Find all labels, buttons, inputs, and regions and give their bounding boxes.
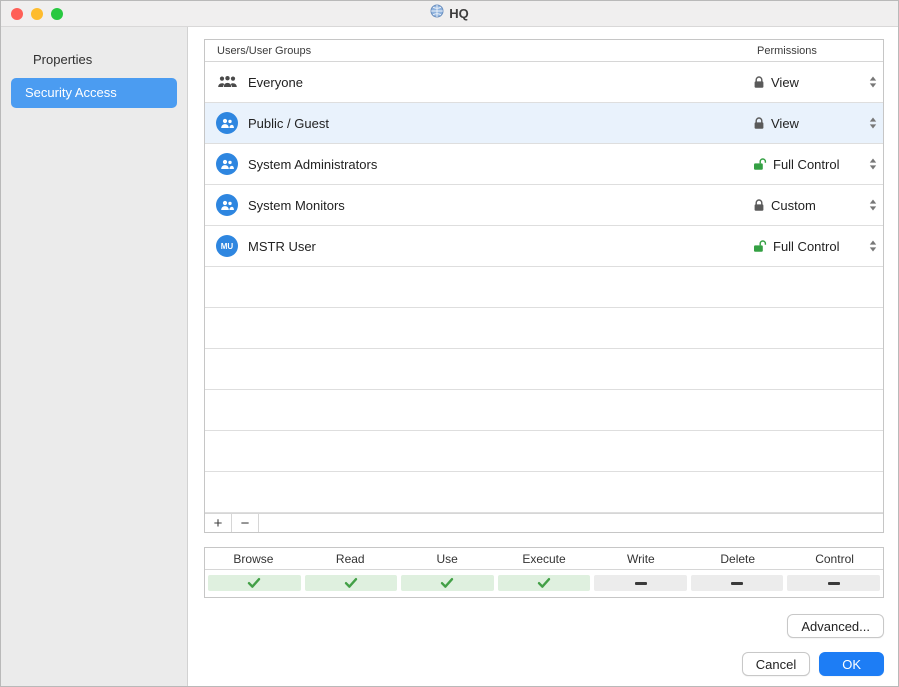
permissions-summary-table: Browse Read Use Execute Write Delete Con…	[204, 547, 884, 598]
permission-label: Full Control	[773, 157, 839, 172]
everyone-group-icon	[216, 76, 238, 88]
user-group-icon	[216, 194, 238, 216]
permission-denied-cell	[691, 575, 784, 591]
empty-row	[205, 472, 883, 513]
table-row[interactable]: System Monitors Custom	[205, 185, 883, 226]
table-footer-toolbar: + −	[205, 513, 883, 532]
zoom-window-button[interactable]	[51, 8, 63, 20]
advanced-button[interactable]: Advanced...	[787, 614, 884, 638]
user-group-cell: System Administrators	[205, 153, 753, 175]
minimize-window-button[interactable]	[31, 8, 43, 20]
column-header-write: Write	[592, 552, 689, 566]
permission-popup[interactable]: Full Control	[753, 239, 883, 254]
column-header-permissions: Permissions	[753, 45, 883, 57]
titlebar: HQ	[1, 1, 898, 27]
dash-icon	[731, 582, 743, 585]
permissions-summary-values	[205, 570, 883, 597]
column-header-delete: Delete	[689, 552, 786, 566]
permission-popup[interactable]: Full Control	[753, 157, 883, 172]
check-icon	[344, 577, 358, 589]
chevron-updown-icon	[869, 117, 877, 129]
user-group-cell: Everyone	[205, 75, 753, 90]
toolbar-spacer	[259, 514, 883, 532]
lock-closed-icon	[753, 76, 765, 89]
permission-label: View	[771, 116, 799, 131]
column-header-browse: Browse	[205, 552, 302, 566]
user-group-cell: MU MSTR User	[205, 235, 753, 257]
advanced-row: Advanced...	[204, 614, 884, 638]
table-body: Everyone View	[205, 62, 883, 513]
permission-label: Full Control	[773, 239, 839, 254]
user-group-name: System Monitors	[248, 198, 345, 213]
column-header-read: Read	[302, 552, 399, 566]
empty-row	[205, 267, 883, 308]
users-permissions-table: Users/User Groups Permissions	[204, 39, 884, 533]
empty-row	[205, 308, 883, 349]
table-row[interactable]: Everyone View	[205, 62, 883, 103]
table-row[interactable]: System Administrators Full Control	[205, 144, 883, 185]
table-row[interactable]: Public / Guest View	[205, 103, 883, 144]
permission-granted-cell	[498, 575, 591, 591]
user-initials: MU	[221, 242, 233, 251]
check-icon	[537, 577, 551, 589]
column-header-use: Use	[399, 552, 496, 566]
permission-popup[interactable]: View	[753, 75, 883, 90]
add-user-button[interactable]: +	[205, 514, 232, 532]
permission-granted-cell	[401, 575, 494, 591]
chevron-updown-icon	[869, 76, 877, 88]
cancel-button[interactable]: Cancel	[742, 652, 810, 676]
user-group-name: Public / Guest	[248, 116, 329, 131]
title-group: HQ	[430, 4, 469, 23]
dialog-window: HQ Properties Security Access Users/User…	[0, 0, 899, 687]
column-header-execute: Execute	[496, 552, 593, 566]
security-access-panel: Users/User Groups Permissions	[188, 27, 898, 686]
dash-icon	[635, 582, 647, 585]
window-title: HQ	[449, 6, 469, 21]
empty-row	[205, 349, 883, 390]
chevron-updown-icon	[869, 199, 877, 211]
ok-button[interactable]: OK	[819, 652, 884, 676]
check-icon	[247, 577, 261, 589]
user-group-icon	[216, 112, 238, 134]
user-initials-icon: MU	[216, 235, 238, 257]
lock-closed-icon	[753, 117, 765, 130]
column-header-control: Control	[786, 552, 883, 566]
chevron-updown-icon	[869, 240, 877, 252]
user-group-name: MSTR User	[248, 239, 316, 254]
user-group-icon	[216, 153, 238, 175]
empty-row	[205, 431, 883, 472]
permission-popup[interactable]: View	[753, 116, 883, 131]
permission-denied-cell	[594, 575, 687, 591]
permission-label: Custom	[771, 198, 816, 213]
permission-granted-cell	[208, 575, 301, 591]
chevron-updown-icon	[869, 158, 877, 170]
remove-user-button[interactable]: −	[232, 514, 259, 532]
permissions-summary-header: Browse Read Use Execute Write Delete Con…	[205, 548, 883, 570]
lock-open-icon	[753, 158, 767, 171]
table-header: Users/User Groups Permissions	[205, 40, 883, 62]
check-icon	[440, 577, 454, 589]
permission-granted-cell	[305, 575, 398, 591]
sidebar: Properties Security Access	[1, 27, 188, 686]
sidebar-item-properties[interactable]: Properties	[1, 45, 187, 75]
table-row[interactable]: MU MSTR User Full Control	[205, 226, 883, 267]
dash-icon	[828, 582, 840, 585]
main-area: Properties Security Access Users/User Gr…	[1, 27, 898, 686]
user-group-cell: System Monitors	[205, 194, 753, 216]
user-group-name: Everyone	[248, 75, 303, 90]
user-group-name: System Administrators	[248, 157, 377, 172]
dialog-actions: Cancel OK	[742, 652, 884, 676]
user-group-cell: Public / Guest	[205, 112, 753, 134]
window-controls	[11, 1, 63, 26]
sidebar-item-security-access[interactable]: Security Access	[11, 78, 177, 108]
permission-popup[interactable]: Custom	[753, 198, 883, 213]
globe-icon	[430, 4, 444, 23]
column-header-users: Users/User Groups	[205, 45, 753, 57]
permission-label: View	[771, 75, 799, 90]
lock-closed-icon	[753, 199, 765, 212]
lock-open-icon	[753, 240, 767, 253]
close-window-button[interactable]	[11, 8, 23, 20]
empty-row	[205, 390, 883, 431]
permission-denied-cell	[787, 575, 880, 591]
